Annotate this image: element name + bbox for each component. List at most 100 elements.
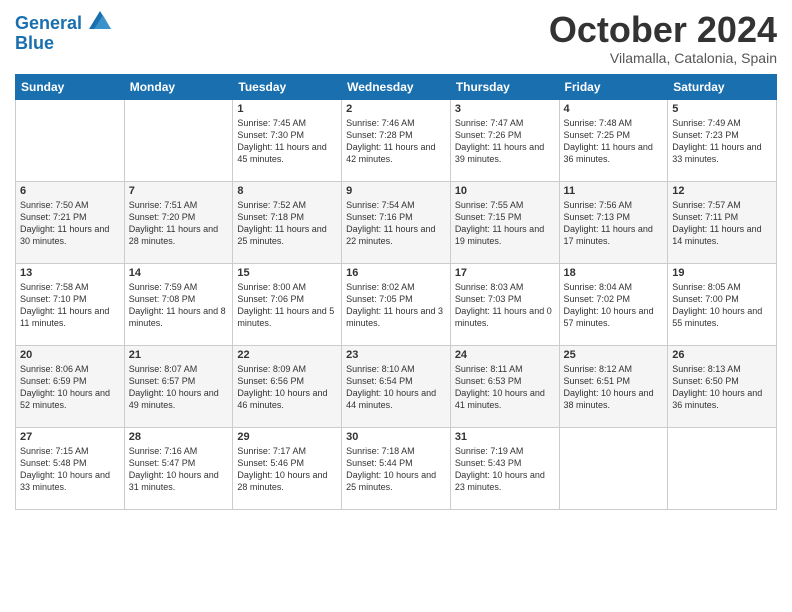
day-number: 13 [20, 267, 120, 279]
calendar-cell: 2 Sunrise: 7:46 AMSunset: 7:28 PMDaylight… [342, 99, 451, 181]
day-header-tuesday: Tuesday [233, 74, 342, 99]
month-title: October 2024 [549, 10, 777, 50]
cell-content: Sunrise: 8:04 AMSunset: 7:02 PMDaylight:… [564, 281, 664, 330]
week-row-2: 6Sunrise: 7:50 AMSunset: 7:21 PMDaylight… [16, 181, 777, 263]
calendar-cell: 11 Sunrise: 7:56 AMSunset: 7:13 PMDayligh… [559, 181, 668, 263]
calendar-cell: 1Sunrise: 7:45 AMSunset: 7:30 PMDaylight… [233, 99, 342, 181]
calendar-cell: 6Sunrise: 7:50 AMSunset: 7:21 PMDaylight… [16, 181, 125, 263]
day-number: 15 [237, 267, 337, 279]
location-subtitle: Vilamalla, Catalonia, Spain [549, 50, 777, 66]
header: General Blue October 2024 Vilamalla, Cat… [15, 10, 777, 66]
day-number: 16 [346, 267, 446, 279]
cell-content: Sunrise: 7:45 AMSunset: 7:30 PMDaylight:… [237, 117, 337, 166]
cell-content: Sunrise: 7:18 AMSunset: 5:44 PMDaylight:… [346, 445, 446, 494]
calendar-cell: 16Sunrise: 8:02 AMSunset: 7:05 PMDayligh… [342, 263, 451, 345]
calendar-cell: 31 Sunrise: 7:19 AMSunset: 5:43 PMDayligh… [450, 427, 559, 509]
day-number: 14 [129, 267, 229, 279]
cell-content: Sunrise: 7:52 AMSunset: 7:18 PMDaylight:… [237, 199, 337, 248]
day-number: 18 [564, 267, 664, 279]
cell-content: Sunrise: 7:47 AMSunset: 7:26 PMDaylight:… [455, 117, 555, 166]
day-number: 26 [672, 349, 772, 361]
logo-icon [89, 11, 111, 29]
week-row-1: 1Sunrise: 7:45 AMSunset: 7:30 PMDaylight… [16, 99, 777, 181]
calendar-cell [559, 427, 668, 509]
day-number: 30 [346, 431, 446, 443]
calendar-cell: 26 Sunrise: 8:13 AMSunset: 6:50 PMDayligh… [668, 345, 777, 427]
day-number: 8 [237, 185, 337, 197]
calendar-cell [16, 99, 125, 181]
week-row-3: 13 Sunrise: 7:58 AMSunset: 7:10 PMDayligh… [16, 263, 777, 345]
day-number: 5 [672, 103, 772, 115]
cell-content: Sunrise: 8:00 AMSunset: 7:06 PMDaylight:… [237, 281, 337, 330]
page: General Blue October 2024 Vilamalla, Cat… [0, 0, 792, 612]
day-number: 22 [237, 349, 337, 361]
day-number: 12 [672, 185, 772, 197]
cell-content: Sunrise: 7:59 AMSunset: 7:08 PMDaylight:… [129, 281, 229, 330]
calendar-cell: 5 Sunrise: 7:49 AMSunset: 7:23 PMDaylight… [668, 99, 777, 181]
day-header-monday: Monday [124, 74, 233, 99]
day-number: 29 [237, 431, 337, 443]
calendar-cell: 15 Sunrise: 8:00 AMSunset: 7:06 PMDayligh… [233, 263, 342, 345]
cell-content: Sunrise: 7:57 AMSunset: 7:11 PMDaylight:… [672, 199, 772, 248]
calendar-cell: 17Sunrise: 8:03 AMSunset: 7:03 PMDayligh… [450, 263, 559, 345]
logo: General Blue [15, 14, 111, 54]
cell-content: Sunrise: 8:09 AMSunset: 6:56 PMDaylight:… [237, 363, 337, 412]
day-header-sunday: Sunday [16, 74, 125, 99]
calendar-cell [668, 427, 777, 509]
cell-content: Sunrise: 7:49 AMSunset: 7:23 PMDaylight:… [672, 117, 772, 166]
calendar-cell: 9 Sunrise: 7:54 AMSunset: 7:16 PMDaylight… [342, 181, 451, 263]
calendar-cell: 28Sunrise: 7:16 AMSunset: 5:47 PMDayligh… [124, 427, 233, 509]
calendar-cell: 24 Sunrise: 8:11 AMSunset: 6:53 PMDayligh… [450, 345, 559, 427]
title-block: October 2024 Vilamalla, Catalonia, Spain [549, 10, 777, 66]
day-headers-row: SundayMondayTuesdayWednesdayThursdayFrid… [16, 74, 777, 99]
cell-content: Sunrise: 7:46 AMSunset: 7:28 PMDaylight:… [346, 117, 446, 166]
calendar-cell: 29 Sunrise: 7:17 AMSunset: 5:46 PMDayligh… [233, 427, 342, 509]
day-header-wednesday: Wednesday [342, 74, 451, 99]
cell-content: Sunrise: 8:13 AMSunset: 6:50 PMDaylight:… [672, 363, 772, 412]
day-number: 17 [455, 267, 555, 279]
day-number: 23 [346, 349, 446, 361]
cell-content: Sunrise: 8:12 AMSunset: 6:51 PMDaylight:… [564, 363, 664, 412]
day-number: 24 [455, 349, 555, 361]
day-header-saturday: Saturday [668, 74, 777, 99]
cell-content: Sunrise: 8:07 AMSunset: 6:57 PMDaylight:… [129, 363, 229, 412]
calendar-cell: 23Sunrise: 8:10 AMSunset: 6:54 PMDayligh… [342, 345, 451, 427]
cell-content: Sunrise: 7:58 AMSunset: 7:10 PMDaylight:… [20, 281, 120, 330]
day-header-thursday: Thursday [450, 74, 559, 99]
day-number: 4 [564, 103, 664, 115]
day-header-friday: Friday [559, 74, 668, 99]
calendar-cell: 4 Sunrise: 7:48 AMSunset: 7:25 PMDaylight… [559, 99, 668, 181]
calendar-table: SundayMondayTuesdayWednesdayThursdayFrid… [15, 74, 777, 510]
day-number: 27 [20, 431, 120, 443]
calendar-cell: 10Sunrise: 7:55 AMSunset: 7:15 PMDayligh… [450, 181, 559, 263]
day-number: 6 [20, 185, 120, 197]
week-row-5: 27 Sunrise: 7:15 AMSunset: 5:48 PMDayligh… [16, 427, 777, 509]
cell-content: Sunrise: 7:56 AMSunset: 7:13 PMDaylight:… [564, 199, 664, 248]
cell-content: Sunrise: 7:51 AMSunset: 7:20 PMDaylight:… [129, 199, 229, 248]
calendar-cell: 30 Sunrise: 7:18 AMSunset: 5:44 PMDayligh… [342, 427, 451, 509]
day-number: 9 [346, 185, 446, 197]
cell-content: Sunrise: 7:48 AMSunset: 7:25 PMDaylight:… [564, 117, 664, 166]
calendar-cell: 8 Sunrise: 7:52 AMSunset: 7:18 PMDaylight… [233, 181, 342, 263]
calendar-cell: 25Sunrise: 8:12 AMSunset: 6:51 PMDayligh… [559, 345, 668, 427]
cell-content: Sunrise: 7:17 AMSunset: 5:46 PMDaylight:… [237, 445, 337, 494]
calendar-cell: 18 Sunrise: 8:04 AMSunset: 7:02 PMDayligh… [559, 263, 668, 345]
calendar-cell: 19 Sunrise: 8:05 AMSunset: 7:00 PMDayligh… [668, 263, 777, 345]
day-number: 10 [455, 185, 555, 197]
day-number: 11 [564, 185, 664, 197]
logo-line2: Blue [15, 34, 111, 54]
cell-content: Sunrise: 7:19 AMSunset: 5:43 PMDaylight:… [455, 445, 555, 494]
day-number: 31 [455, 431, 555, 443]
cell-content: Sunrise: 7:15 AMSunset: 5:48 PMDaylight:… [20, 445, 120, 494]
cell-content: Sunrise: 7:54 AMSunset: 7:16 PMDaylight:… [346, 199, 446, 248]
cell-content: Sunrise: 7:16 AMSunset: 5:47 PMDaylight:… [129, 445, 229, 494]
day-number: 21 [129, 349, 229, 361]
calendar-cell: 14 Sunrise: 7:59 AMSunset: 7:08 PMDayligh… [124, 263, 233, 345]
cell-content: Sunrise: 8:11 AMSunset: 6:53 PMDaylight:… [455, 363, 555, 412]
calendar-cell: 22 Sunrise: 8:09 AMSunset: 6:56 PMDayligh… [233, 345, 342, 427]
day-number: 2 [346, 103, 446, 115]
logo-text: General [15, 14, 111, 34]
cell-content: Sunrise: 8:05 AMSunset: 7:00 PMDaylight:… [672, 281, 772, 330]
day-number: 3 [455, 103, 555, 115]
day-number: 19 [672, 267, 772, 279]
